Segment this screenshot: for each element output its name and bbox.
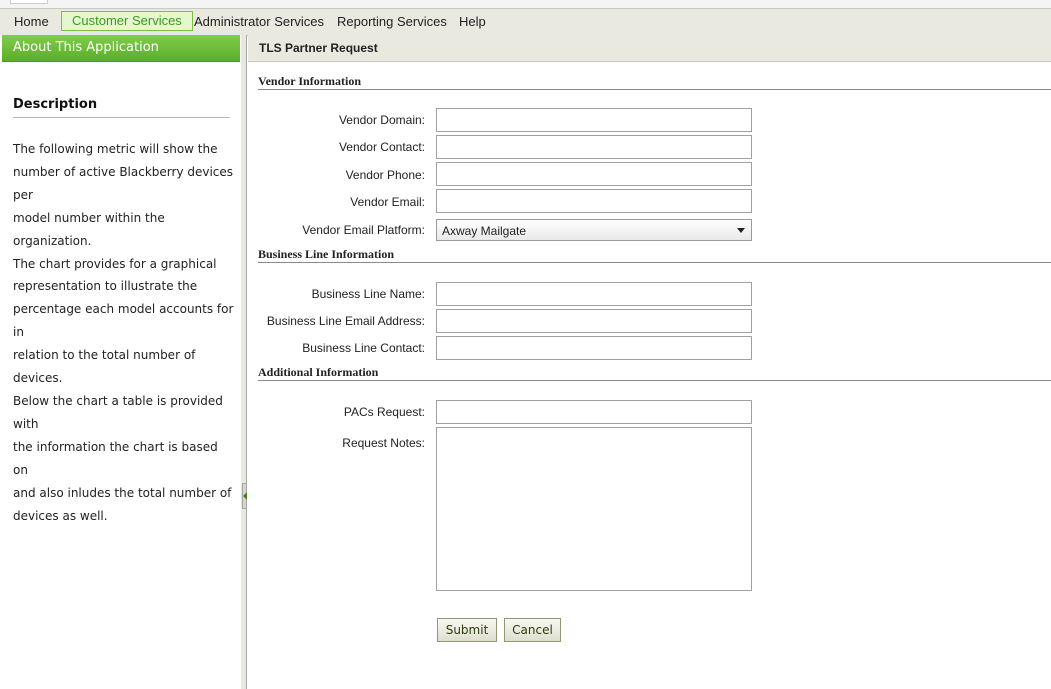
description-line: the information the chart is based on: [13, 439, 218, 477]
top-strip: [0, 0, 1051, 8]
submit-button[interactable]: Submit: [437, 618, 497, 642]
description-line: The following metric will show the: [13, 142, 218, 156]
dropdown-arrow-icon[interactable]: [737, 228, 745, 233]
vendor-email-platform-label: Vendor Email Platform:: [302, 223, 425, 237]
description-line: devices as well.: [13, 508, 108, 523]
description-line: and also inludes the total number of: [13, 485, 232, 500]
vendor-phone-label: Vendor Phone:: [345, 168, 425, 182]
description-text: The following metric will show the numbe…: [13, 138, 235, 527]
description-line: number of active Blackberry devices per: [13, 164, 234, 202]
menu-item-home[interactable]: Home: [14, 13, 49, 31]
section-title-additional: Additional Information: [258, 365, 1051, 381]
about-panel: About This Application Description The f…: [0, 35, 242, 689]
menu-item-customer-services[interactable]: Customer Services: [61, 11, 193, 31]
vendor-email-input[interactable]: [436, 189, 752, 213]
business-line-email-input[interactable]: [436, 309, 752, 333]
description-line: The chart provides for a graphical: [13, 256, 217, 271]
cancel-button[interactable]: Cancel: [504, 618, 561, 642]
pacs-request-label: PACs Request:: [343, 405, 425, 419]
panel-splitter[interactable]: [241, 35, 247, 689]
description-line: Below the chart a table is provided with: [13, 393, 223, 431]
section-title-vendor: Vendor Information: [258, 74, 1051, 90]
vendor-phone-input[interactable]: [436, 162, 752, 186]
description-line: model number within the organization.: [13, 210, 165, 248]
request-notes-textarea[interactable]: [436, 427, 752, 591]
collapse-arrow-icon[interactable]: [242, 483, 247, 509]
menu-item-help[interactable]: Help: [459, 13, 486, 31]
pacs-request-input[interactable]: [436, 400, 752, 424]
business-line-contact-label: Business Line Contact:: [302, 341, 425, 355]
request-notes-label: Request Notes:: [342, 436, 425, 450]
menu-item-administrator-services[interactable]: Administrator Services: [194, 13, 324, 31]
main-menu-bar: Home Customer Services Administrator Ser…: [0, 8, 1051, 36]
business-line-contact-input[interactable]: [436, 336, 752, 360]
vendor-domain-input[interactable]: [436, 108, 752, 132]
business-line-email-label: Business Line Email Address:: [266, 314, 425, 328]
vendor-email-platform-select[interactable]: Axway Mailgate: [436, 219, 752, 241]
description-title: Description: [13, 97, 230, 118]
about-panel-header[interactable]: About This Application: [2, 35, 240, 62]
vendor-contact-label: Vendor Contact:: [338, 140, 425, 154]
page-title: TLS Partner Request: [248, 35, 1051, 62]
description-line: percentage each model accounts for in: [13, 302, 234, 340]
vendor-email-label: Vendor Email:: [350, 195, 425, 209]
window-tab-stub: [10, 0, 48, 4]
vendor-contact-input[interactable]: [436, 135, 752, 159]
business-line-name-label: Business Line Name:: [311, 287, 425, 301]
vendor-email-platform-value: Axway Mailgate: [442, 224, 527, 238]
business-line-name-input[interactable]: [436, 282, 752, 306]
description-line: relation to the total number of devices.: [13, 348, 196, 386]
description-line: representation to illustrate the: [13, 279, 198, 294]
menu-item-reporting-services[interactable]: Reporting Services: [337, 13, 447, 31]
vendor-domain-label: Vendor Domain:: [338, 113, 425, 127]
section-title-business-line: Business Line Information: [258, 247, 1051, 263]
